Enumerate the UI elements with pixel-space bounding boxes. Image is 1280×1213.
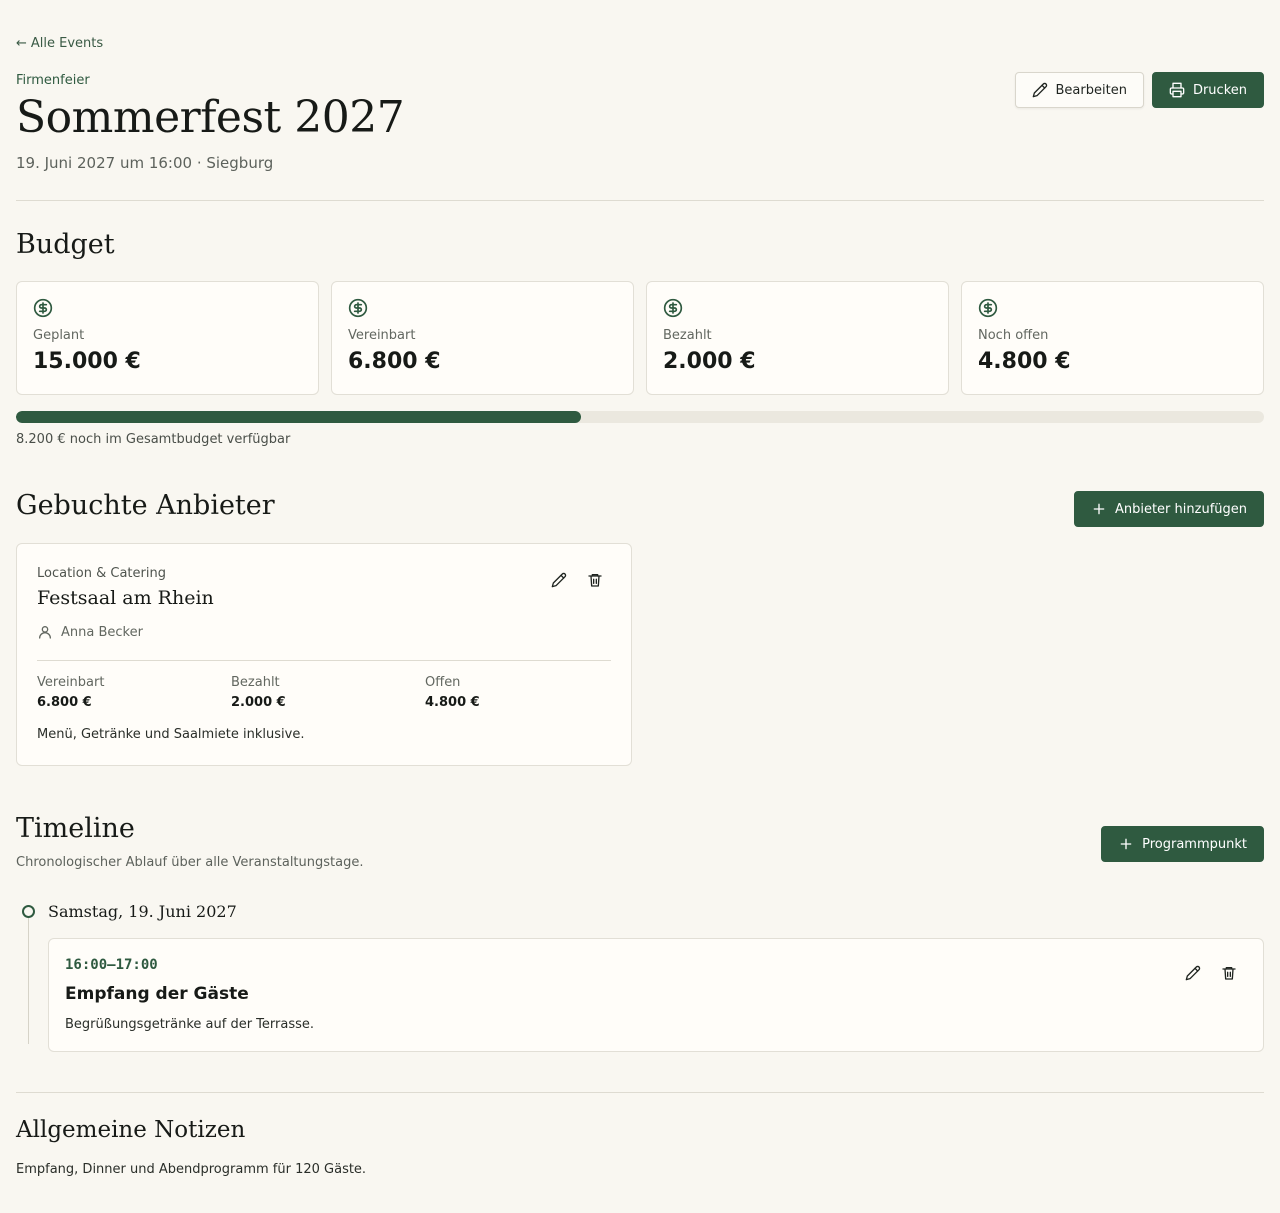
- budget-card-label: Noch offen: [978, 328, 1049, 343]
- dollar-circle-icon: [348, 298, 368, 318]
- add-vendor-label: Anbieter hinzufügen: [1114, 501, 1247, 517]
- budget-card-label: Bezahlt: [663, 328, 712, 343]
- plus-icon: [1120, 838, 1132, 850]
- print-button-label: Drucken: [1192, 82, 1247, 98]
- timeline-item-time: 16:00–17:00: [65, 957, 158, 973]
- edit-button[interactable]: Bearbeiten: [1014, 72, 1144, 108]
- budget-card-planned: Geplant 15.000 €: [16, 281, 319, 395]
- trash-icon: [1222, 967, 1236, 980]
- vendor-category: Location & Catering: [37, 566, 166, 581]
- budget-card-value: 2.000 €: [663, 349, 756, 374]
- dollar-circle-icon: [978, 298, 998, 318]
- budget-card-value: 6.800 €: [348, 349, 441, 374]
- page-title: Sommerfest 2027: [16, 92, 405, 143]
- vendor-note: Menü, Getränke und Saalmiete inklusive.: [37, 727, 305, 742]
- vendor-contact: Anna Becker: [37, 624, 143, 640]
- budget-progress-fill: [16, 411, 582, 423]
- delete-vendor-button[interactable]: [587, 572, 603, 588]
- timeline-subtitle: Chronologischer Ablauf über alle Veranst…: [16, 855, 364, 870]
- pencil-icon: [1185, 965, 1201, 981]
- timeline-item-title: Empfang der Gäste: [65, 984, 249, 1004]
- timeline-item-description: Begrüßungsgetränke auf der Terrasse.: [65, 1017, 315, 1032]
- edit-vendor-button[interactable]: [551, 572, 567, 588]
- timeline-day-label: Samstag, 19. Juni 2027: [48, 902, 237, 921]
- vendor-actions: [551, 572, 603, 588]
- vendor-card: Location & Catering Festsaal am Rhein An…: [16, 543, 632, 766]
- print-button[interactable]: Drucken: [1151, 72, 1264, 108]
- budget-progress-text: 8.200 € noch im Gesamtbudget verfügbar: [16, 432, 291, 447]
- vendor-stat-label: Bezahlt: [231, 675, 280, 690]
- trash-icon: [588, 574, 602, 587]
- vendor-stat-agreed: Vereinbart 6.800 €: [37, 675, 231, 710]
- back-arrow-icon: ←: [16, 36, 27, 51]
- dollar-circle-icon: [33, 298, 53, 318]
- vendor-stat-open: Offen 4.800 €: [425, 675, 619, 710]
- header-divider: [16, 200, 1264, 201]
- notes-divider: [16, 1092, 1264, 1093]
- vendor-stat-label: Offen: [425, 675, 461, 690]
- pencil-icon: [551, 572, 567, 588]
- budget-card-value: 15.000 €: [33, 349, 141, 374]
- delete-timeline-item-button[interactable]: [1221, 965, 1237, 981]
- vendor-contact-name: Anna Becker: [61, 624, 143, 640]
- event-date-location: 19. Juni 2027 um 16:00 · Siegburg: [16, 154, 274, 172]
- budget-card-paid: Bezahlt 2.000 €: [646, 281, 949, 395]
- budget-card-label: Geplant: [33, 328, 85, 343]
- add-program-item-label: Programmpunkt: [1142, 836, 1247, 852]
- timeline-item-actions: [1185, 965, 1237, 981]
- timeline-item: 16:00–17:00 Empfang der Gäste Begrüßungs…: [48, 938, 1264, 1052]
- edit-button-label: Bearbeiten: [1055, 82, 1127, 98]
- budget-card-agreed: Vereinbart 6.800 €: [331, 281, 634, 395]
- dollar-circle-icon: [663, 298, 683, 318]
- edit-timeline-item-button[interactable]: [1185, 965, 1201, 981]
- budget-progress-bar: [16, 411, 1264, 423]
- notes-heading: Allgemeine Notizen: [16, 1117, 246, 1143]
- plus-icon: [1093, 503, 1105, 515]
- budget-heading: Budget: [16, 229, 115, 260]
- vendors-heading: Gebuchte Anbieter: [16, 490, 275, 521]
- budget-cards: Geplant 15.000 € Vereinbart 6.800 € Beza…: [16, 281, 1264, 395]
- user-icon: [39, 626, 51, 639]
- budget-card-value: 4.800 €: [978, 349, 1071, 374]
- vendor-stat-value: 4.800 €: [425, 695, 480, 710]
- budget-card-label: Vereinbart: [348, 328, 416, 343]
- vendor-stats: Vereinbart 6.800 € Bezahlt 2.000 € Offen…: [37, 675, 619, 710]
- header-actions: Bearbeiten Drucken: [1014, 72, 1264, 108]
- add-program-item-button[interactable]: Programmpunkt: [1101, 826, 1264, 862]
- vendor-stat-paid: Bezahlt 2.000 €: [231, 675, 425, 710]
- printer-icon: [1169, 82, 1185, 98]
- vendor-stat-value: 2.000 €: [231, 695, 286, 710]
- vendor-stat-label: Vereinbart: [37, 675, 105, 690]
- add-vendor-button[interactable]: Anbieter hinzufügen: [1073, 491, 1264, 527]
- back-link-label: Alle Events: [30, 36, 104, 51]
- timeline-line: [28, 918, 29, 1044]
- pencil-icon: [1032, 82, 1047, 98]
- notes-text: Empfang, Dinner und Abendprogramm für 12…: [16, 1162, 367, 1177]
- timeline-heading: Timeline: [16, 813, 135, 844]
- timeline-day-marker: [22, 905, 35, 918]
- back-link[interactable]: ← Alle Events: [16, 36, 103, 51]
- vendor-name: Festsaal am Rhein: [37, 587, 214, 609]
- budget-card-open: Noch offen 4.800 €: [961, 281, 1264, 395]
- vendor-stat-value: 6.800 €: [37, 695, 92, 710]
- vendor-divider: [37, 660, 611, 661]
- event-category: Firmenfeier: [16, 73, 90, 88]
